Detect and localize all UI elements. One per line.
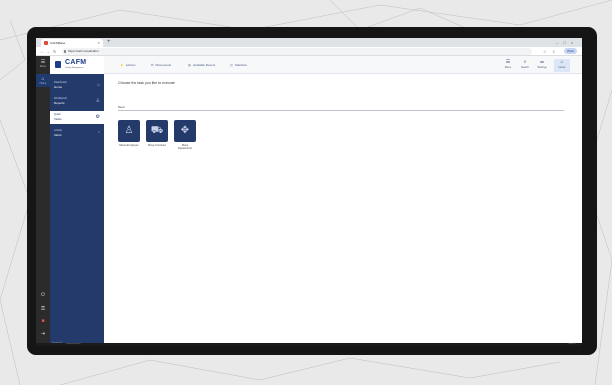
section-label: Basic (118, 105, 125, 109)
topnav-movements[interactable]: ⇄ Movements (151, 63, 171, 67)
download-icon[interactable]: ⇩ (552, 48, 555, 55)
close-tab-icon[interactable]: × (98, 39, 100, 47)
person-icon: ♙ (95, 98, 100, 104)
task-move-department[interactable]: ✥ Move Department (174, 120, 196, 150)
gear-icon: ⚙ (95, 114, 100, 120)
sidebar-item-title: Alerts (54, 133, 62, 137)
topnav-statistics[interactable]: ▥ Statistics (230, 63, 247, 67)
window-controls[interactable]: –□× (556, 38, 578, 47)
task-caption: Move Furniture (147, 144, 167, 147)
back-icon[interactable]: ← (40, 47, 44, 56)
left-rail: ☰ Menu ⌂ Home ⏻ ⚿ ■ ⇥ (36, 56, 50, 346)
sidebar-item-label: Workbench (54, 97, 68, 100)
status-bar: Connected to server Version 4.8 (36, 343, 582, 346)
tool-label: Menu (504, 66, 512, 69)
app-screen: CAFMBase × + –□× ← → ↻ https://cafm.loca… (36, 38, 582, 346)
url-field[interactable]: https://cafm.local/cafm/ (62, 48, 532, 55)
sidebar: CAFM Facility Management Dashboard Home … (50, 56, 104, 346)
new-tab-icon[interactable]: + (107, 38, 111, 47)
power-icon[interactable]: ⏻ (36, 292, 50, 298)
address-bar-row: ← → ↻ https://cafm.local/cafm/ ☆ ⇩ Work (36, 47, 582, 56)
tool-label: Search (520, 66, 530, 69)
brand-tagline: Facility Management (65, 67, 84, 69)
tool-menu[interactable]: ☰ Menu (500, 59, 516, 72)
rail-home[interactable]: ⌂ Home (36, 74, 50, 87)
logout-icon[interactable]: ⇥ (36, 331, 50, 337)
task-move-furniture[interactable]: ⛟ Move Furniture (146, 120, 168, 147)
status-right: Version 4.8 (568, 344, 576, 345)
task-caption-line2: Department (177, 147, 193, 150)
sidebar-item-label: Quick (54, 113, 61, 116)
topnav-label: Available Rooms (192, 63, 216, 67)
browser-tab-title: CAFMBase (50, 41, 66, 45)
section-divider (118, 110, 564, 111)
sidebar-item-tasks[interactable]: Quick Tasks ⚙ (50, 111, 104, 124)
person-icon: ♙ (124, 125, 134, 136)
rail-menu-label: Menu (39, 65, 47, 68)
bell-icon: ◔ (96, 130, 100, 136)
move-icon: ✥ (180, 125, 190, 136)
topnav-label: Statistics (234, 63, 247, 67)
topnav-available-rooms[interactable]: ▦ Available Rooms (188, 63, 215, 67)
url-text: https://cafm.local/cafm/ (68, 49, 99, 53)
topnav-label: Movements (155, 63, 172, 67)
sidebar-item-title: Home (54, 85, 63, 89)
browser-tab-bar: CAFMBase × + –□× (36, 38, 582, 47)
topnav-actions[interactable]: ⚡ Actions (120, 63, 136, 67)
sidebar-item-alerts[interactable]: Activity Alerts ◔ (50, 127, 104, 140)
tool-home[interactable]: ⌂ Home (554, 59, 570, 72)
rail-menu[interactable]: ☰ Menu (36, 59, 50, 68)
home-icon: ⌂ (560, 59, 564, 65)
arrows-icon: ⇄ (151, 63, 154, 67)
tool-search[interactable]: ⌕ Search (517, 59, 533, 72)
tool-settings[interactable]: ⚌ Settings (534, 59, 550, 72)
task-tile[interactable]: ⛟ (146, 120, 168, 142)
forward-icon[interactable]: → (46, 47, 50, 56)
sliders-icon: ⚌ (539, 59, 545, 65)
status-left: Connected to server (66, 344, 81, 345)
brand-area: CAFM Facility Management (50, 56, 104, 74)
task-move-employee[interactable]: ♙ Move Employee (118, 120, 140, 147)
home-icon: ⌂ (96, 82, 100, 88)
sidebar-item-home[interactable]: Dashboard Home ⌂ (50, 79, 104, 92)
sidebar-item-label: Activity (54, 129, 63, 132)
reload-icon[interactable]: ↻ (53, 47, 56, 56)
bolt-icon: ⚡ (120, 63, 124, 67)
rail-home-label: Home (39, 82, 47, 85)
menu-icon: ☰ (505, 59, 511, 65)
bookmark-icon[interactable]: ☆ (543, 48, 547, 55)
topnav-label: Actions (125, 63, 136, 67)
task-tile[interactable]: ✥ (174, 120, 196, 142)
lock-icon[interactable]: ⚿ (36, 306, 50, 312)
top-navigation: ⚡ Actions ⇄ Movements ▦ Available Rooms ▥ St… (104, 56, 582, 74)
sidebar-item-label: Dashboard (54, 81, 67, 84)
dolly-icon: ⛟ (150, 125, 164, 136)
page-title: Choose the task you like to execute (118, 81, 175, 85)
sidebar-item-title: Tasks (54, 117, 62, 121)
profile-button[interactable]: Work (564, 48, 577, 54)
search-icon: ⌕ (523, 59, 527, 65)
grid-icon: ▦ (188, 63, 191, 67)
sidebar-item-reports[interactable]: Workbench Reports ♙ (50, 95, 104, 108)
main-content: Choose the task you like to execute Basi… (104, 74, 582, 346)
browser-tab[interactable]: CAFMBase × (41, 39, 103, 47)
sidebar-item-title: Reports (54, 101, 65, 105)
favicon-icon (44, 41, 48, 45)
task-tile[interactable]: ♙ (118, 120, 140, 142)
lock-icon (64, 50, 66, 53)
alert-icon[interactable]: ■ (36, 318, 50, 324)
chart-icon: ▥ (230, 63, 233, 67)
tool-label: Home (558, 66, 566, 69)
brand-name: CAFM (65, 59, 87, 66)
logo-mark (55, 61, 61, 68)
tool-label: Settings (537, 66, 547, 69)
task-caption: Move Employee (119, 144, 139, 147)
